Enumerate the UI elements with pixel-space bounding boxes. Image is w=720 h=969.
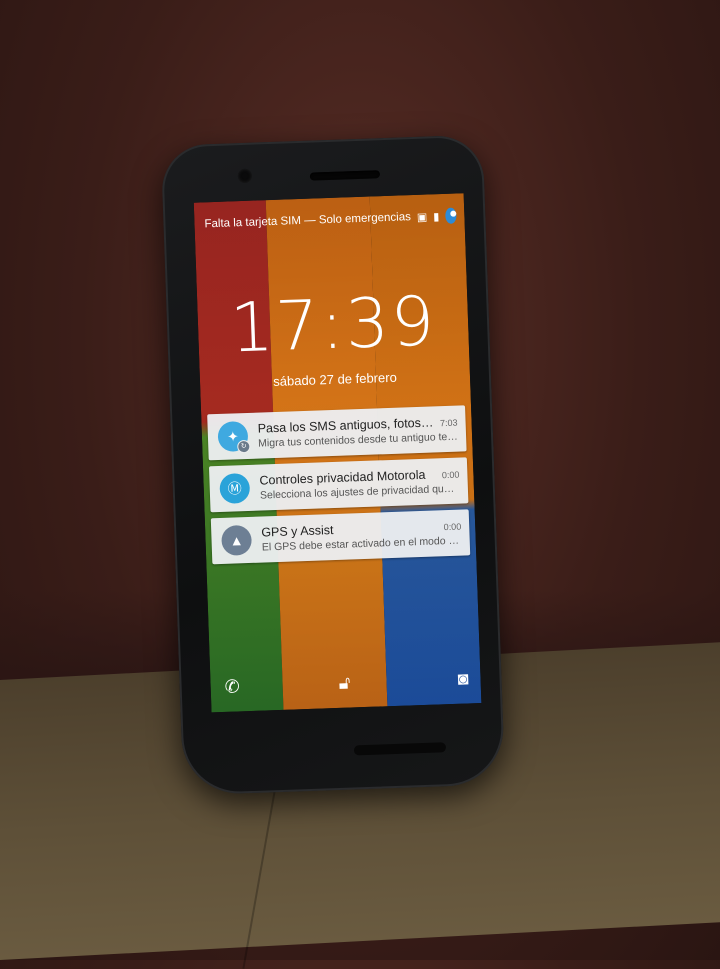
phone-icon[interactable]: ✆: [224, 676, 240, 698]
notification-time: 7:03: [439, 417, 458, 429]
warning-icon: ▲: [221, 524, 253, 556]
status-text: Falta la tarjeta SIM — Solo emergencias: [204, 211, 412, 231]
user-avatar-icon[interactable]: [445, 207, 457, 224]
lock-screen: Falta la tarjeta SIM — Solo emergencias …: [193, 193, 482, 713]
earpiece-speaker: [309, 170, 381, 181]
notification-time: 0:00: [441, 469, 460, 481]
battery-icon: ▮: [433, 210, 440, 223]
no-sim-icon: ▣: [416, 211, 428, 224]
app-badge-icon: ↻: [237, 439, 251, 454]
camera-icon[interactable]: ◙: [457, 668, 469, 689]
front-camera: [237, 168, 253, 184]
lock-icon[interactable]: 🔓︎: [338, 673, 350, 694]
lockscreen-clock: 17:39: [228, 282, 438, 369]
notification-card[interactable]: Ⓜ Controles privacidad Motorola 0:00 Sel…: [208, 457, 469, 513]
notification-card[interactable]: ✦ ↻ Pasa los SMS antiguos, fotos y... 7:0…: [207, 405, 467, 461]
bottom-speaker-grill: [353, 742, 447, 756]
motorola-logo-icon: Ⓜ: [219, 472, 251, 504]
notification-time: 0:00: [443, 521, 462, 533]
smartphone: Falta la tarjeta SIM — Solo emergencias …: [160, 134, 506, 796]
notification-card[interactable]: ▲ GPS y Assist 0:00 El GPS debe estar ac…: [210, 509, 471, 565]
migrate-icon: ✦ ↻: [217, 420, 251, 454]
